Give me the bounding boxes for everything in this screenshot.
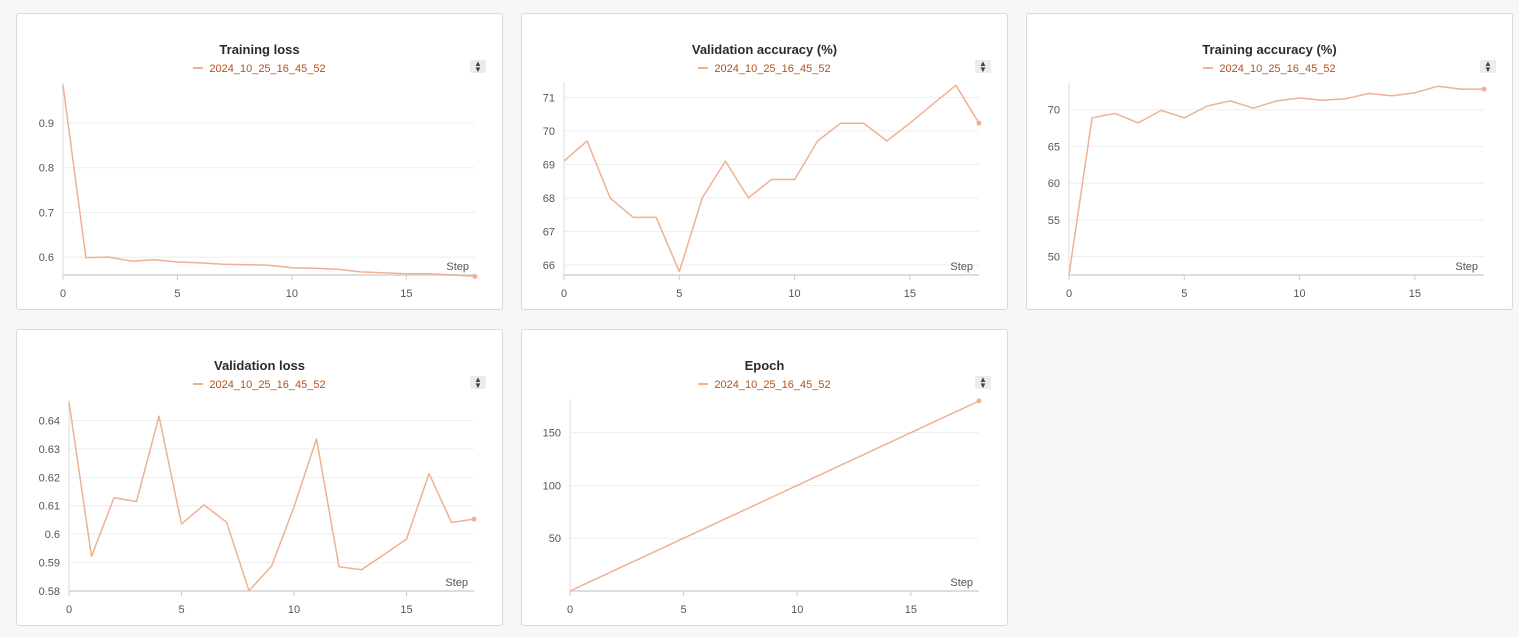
x-tick-label: 15 <box>1409 288 1421 300</box>
x-axis-label: Step <box>445 577 468 589</box>
x-axis-label: Step <box>950 261 973 273</box>
x-tick-label: 5 <box>681 604 687 616</box>
y-tick-label: 55 <box>1048 215 1060 227</box>
y-tick-label: 68 <box>543 193 555 205</box>
x-tick-label: 0 <box>561 288 567 300</box>
series-end-point[interactable] <box>471 516 477 522</box>
x-tick-label: 5 <box>178 604 184 616</box>
y-tick-label: 0.63 <box>39 444 60 456</box>
y-tick-label: 100 <box>543 480 561 492</box>
x-axis-label: Step <box>446 261 469 273</box>
y-tick-label: 0.59 <box>39 558 60 570</box>
x-tick-label: 10 <box>791 604 803 616</box>
series-lines <box>1068 85 1487 276</box>
tick-labels: 0.58 0.59 0.6 0.61 0.62 0.63 0.64 0 5 10 15 <box>39 415 413 616</box>
y-tick-label: 67 <box>543 226 555 238</box>
chart-panel-validation-loss: Validation loss 2024_10_25_16_45_52 ▲ ▼ 0… <box>16 329 503 626</box>
series-end-point[interactable] <box>976 120 982 126</box>
y-tick-label: 0.6 <box>39 252 54 264</box>
y-tick-label: 66 <box>543 260 555 272</box>
series-end-point[interactable] <box>976 398 982 404</box>
x-axis-label: Step <box>950 577 973 589</box>
series-line[interactable] <box>62 84 476 278</box>
x-tick-label: 15 <box>400 288 412 300</box>
y-tick-label: 0.7 <box>39 207 54 219</box>
gridlines <box>63 122 475 258</box>
gridlines <box>1069 109 1484 258</box>
y-tick-label: 0.61 <box>39 501 60 513</box>
chart-panel-validation-accuracy: Validation accuracy (%) 2024_10_25_16_45… <box>521 13 1008 310</box>
y-tick-label: 60 <box>1048 178 1060 190</box>
x-tick-label: 15 <box>905 604 917 616</box>
x-tick-label: 0 <box>66 604 72 616</box>
series-lines <box>569 398 982 592</box>
chart-plot-area[interactable]: 50 55 60 65 70 0 5 10 15 Step <box>1027 14 1514 311</box>
axes <box>563 82 979 280</box>
y-tick-label: 0.9 <box>39 118 54 130</box>
gridlines <box>564 96 979 266</box>
y-tick-label: 65 <box>1048 141 1060 153</box>
chart-panel-training-accuracy: Training accuracy (%) 2024_10_25_16_45_5… <box>1026 13 1513 310</box>
y-tick-label: 69 <box>543 159 555 171</box>
series-line[interactable] <box>1068 85 1484 276</box>
axes <box>62 83 475 280</box>
series-end-point[interactable] <box>1481 86 1487 92</box>
y-tick-label: 0.64 <box>39 415 60 427</box>
y-tick-label: 0.62 <box>39 472 60 484</box>
y-tick-label: 71 <box>543 92 555 104</box>
series-lines <box>563 84 982 273</box>
chart-panel-epoch: Epoch 2024_10_25_16_45_52 ▲ ▼ 50 100 150 0 5 1… <box>521 329 1008 626</box>
x-tick-label: 0 <box>567 604 573 616</box>
y-tick-label: 150 <box>543 428 561 440</box>
x-tick-label: 0 <box>1066 288 1072 300</box>
x-tick-label: 5 <box>676 288 682 300</box>
x-tick-label: 10 <box>788 288 800 300</box>
y-tick-label: 50 <box>549 533 561 545</box>
axes <box>569 399 979 596</box>
chart-plot-area[interactable]: 0.6 0.7 0.8 0.9 0 5 10 15 Step <box>17 14 504 311</box>
chart-plot-area[interactable]: 66 67 68 69 70 71 0 5 10 15 Step <box>522 14 1009 311</box>
tick-labels: 50 55 60 65 70 0 5 10 15 <box>1048 105 1421 300</box>
x-tick-label: 0 <box>60 288 66 300</box>
series-lines <box>62 84 478 279</box>
chart-plot-area[interactable]: 0.58 0.59 0.6 0.61 0.62 0.63 0.64 0 5 10 15 Step <box>17 330 504 627</box>
x-tick-label: 5 <box>174 288 180 300</box>
y-tick-label: 0.58 <box>39 586 60 598</box>
y-tick-label: 70 <box>1048 105 1060 117</box>
chart-plot-area[interactable]: 50 100 150 0 5 10 15 Step <box>522 330 1009 627</box>
series-line[interactable] <box>569 400 980 592</box>
x-tick-label: 10 <box>1293 288 1305 300</box>
tick-labels: 0.6 0.7 0.8 0.9 0 5 10 15 <box>39 118 413 300</box>
x-tick-label: 15 <box>904 288 916 300</box>
y-tick-label: 70 <box>543 126 555 138</box>
gridlines <box>570 432 979 539</box>
x-axis-label: Step <box>1455 261 1478 273</box>
y-tick-label: 0.8 <box>39 163 54 175</box>
x-tick-label: 10 <box>288 604 300 616</box>
y-tick-label: 50 <box>1048 252 1060 264</box>
series-line[interactable] <box>563 84 980 273</box>
series-end-point[interactable] <box>472 273 478 279</box>
y-tick-label: 0.6 <box>45 529 60 541</box>
axes <box>1068 82 1484 280</box>
x-tick-label: 5 <box>1181 288 1187 300</box>
chart-panel-training-loss: Training loss 2024_10_25_16_45_52 ▲ ▼ 0.6… <box>16 13 503 310</box>
x-tick-label: 10 <box>286 288 298 300</box>
x-tick-label: 15 <box>400 604 412 616</box>
